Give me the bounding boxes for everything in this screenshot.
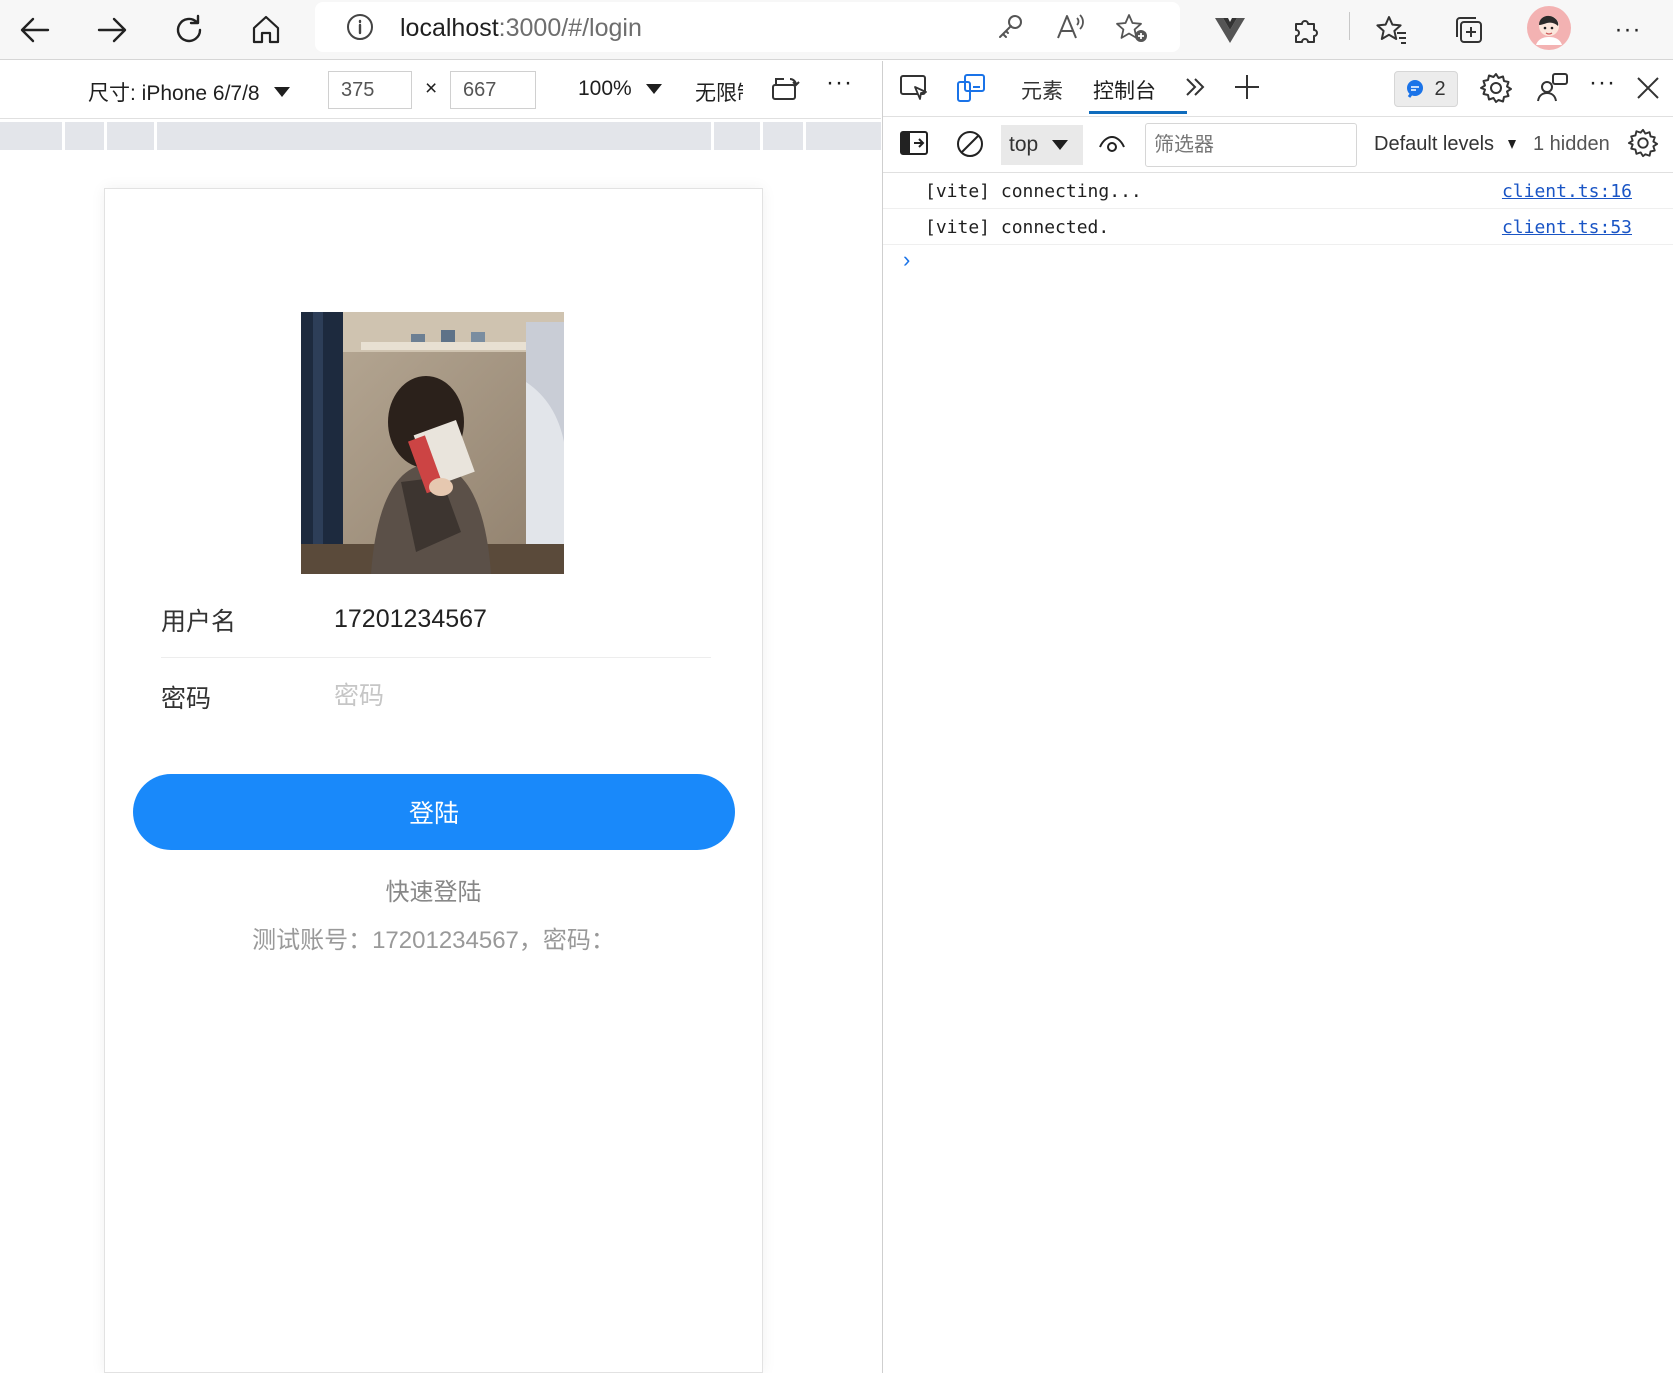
- settings-more-button[interactable]: ···: [1604, 6, 1652, 54]
- device-label: 尺寸: iPhone 6/7/8: [88, 82, 260, 105]
- context-label: top: [1009, 133, 1039, 156]
- extensions-button[interactable]: [1283, 6, 1331, 54]
- toolbar-divider: [1349, 12, 1350, 40]
- device-emulation-toolbar: 尺寸: iPhone 6/7/8 × 100% 无限制 ···: [0, 61, 881, 119]
- add-tab-plus-icon[interactable]: [1233, 73, 1261, 101]
- key-icon[interactable]: [995, 12, 1025, 42]
- chevron-down-icon: [1508, 140, 1517, 149]
- back-arrow-icon: [20, 17, 50, 43]
- media-query-ruler[interactable]: [0, 122, 881, 150]
- add-favorite-icon[interactable]: [1115, 12, 1149, 44]
- console-message: [vite] connecting... client.ts:16: [883, 173, 1673, 209]
- device-more-button[interactable]: ···: [826, 69, 853, 97]
- console-message-text: [vite] connected.: [925, 217, 1110, 238]
- password-label: 密码: [161, 685, 212, 713]
- url-host: localhost: [400, 14, 499, 42]
- inspect-element-icon[interactable]: [899, 73, 931, 103]
- ruler-divider: [760, 122, 763, 150]
- password-input[interactable]: [334, 671, 704, 721]
- forward-arrow-icon: [97, 17, 127, 43]
- console-message: [vite] connected. client.ts:53: [883, 209, 1673, 245]
- site-info-icon[interactable]: [345, 12, 375, 42]
- close-devtools-icon[interactable]: [1635, 75, 1661, 101]
- ruler-divider: [154, 122, 157, 150]
- hidden-messages-count: 1 hidden: [1533, 133, 1610, 155]
- levels-label: Default levels: [1374, 133, 1495, 155]
- tab-console[interactable]: 控制台: [1093, 75, 1156, 105]
- profile-avatar[interactable]: [1527, 6, 1571, 50]
- address-bar[interactable]: localhost:3000/#/login: [315, 2, 1180, 52]
- username-label: 用户名: [161, 608, 237, 636]
- favorites-star-icon: [1376, 16, 1406, 44]
- height-input[interactable]: [450, 71, 536, 109]
- read-aloud-icon[interactable]: [1055, 12, 1087, 42]
- back-button[interactable]: [11, 6, 59, 54]
- devtools-panel: 元素 控制台 2 ··· top 筛选器 Default levels 1 hi…: [882, 61, 1673, 1373]
- forward-button[interactable]: [88, 6, 136, 54]
- password-field: 密码: [161, 659, 711, 735]
- url-path: :3000/#/login: [498, 14, 642, 42]
- message-bubble-icon: [1407, 80, 1424, 98]
- more-tabs-chevron-icon[interactable]: [1183, 75, 1207, 99]
- clear-console-icon[interactable]: [955, 129, 985, 159]
- active-tab-indicator: [1089, 111, 1187, 114]
- console-messages: [vite] connecting... client.ts:16 [vite]…: [883, 173, 1673, 245]
- username-input[interactable]: [334, 594, 704, 644]
- throttle-select[interactable]: 无限制: [695, 77, 743, 107]
- console-prompt[interactable]: ›: [903, 247, 910, 273]
- console-toolbar: top Default levels 1 hidden: [883, 117, 1673, 173]
- ruler-divider: [803, 122, 806, 150]
- refresh-icon: [176, 14, 202, 43]
- zoom-label: 100%: [578, 77, 632, 100]
- test-account-hint: 测试账号：17201234567，密码：: [252, 927, 615, 954]
- emulated-viewport: 用户名 密码 登陆 快速登陆 测试账号：17201234567，密码：: [0, 150, 881, 1373]
- devtools-settings-gear-icon[interactable]: [1479, 71, 1513, 105]
- context-select[interactable]: top: [1001, 125, 1083, 165]
- ruler-divider: [104, 122, 107, 150]
- chevron-down-icon: [645, 84, 662, 94]
- collections-icon: [1456, 17, 1482, 43]
- device-select[interactable]: 尺寸: iPhone 6/7/8: [88, 77, 290, 107]
- zoom-select[interactable]: 100%: [578, 77, 662, 101]
- console-sidebar-icon[interactable]: [899, 129, 929, 157]
- url-text[interactable]: localhost:3000/#/login: [400, 14, 642, 43]
- favorites-button[interactable]: [1368, 6, 1416, 54]
- browser-toolbar: localhost:3000/#/login ···: [0, 0, 1673, 60]
- quick-login-link[interactable]: 快速登陆: [105, 872, 762, 907]
- console-settings-gear-icon[interactable]: [1627, 127, 1659, 159]
- issues-count: 2: [1434, 77, 1446, 100]
- live-expression-eye-icon[interactable]: [1097, 131, 1127, 157]
- devtools-more-button[interactable]: ···: [1589, 69, 1616, 97]
- login-button[interactable]: 登陆: [133, 774, 735, 850]
- puzzle-icon: [1295, 20, 1318, 43]
- login-page: 用户名 密码 登陆 快速登陆 测试账号：17201234567，密码：: [104, 188, 763, 1373]
- feedback-users-icon[interactable]: [1535, 71, 1569, 105]
- rotate-icon[interactable]: [770, 75, 802, 103]
- username-field: 用户名: [161, 582, 711, 658]
- vue-devtools-extension[interactable]: [1206, 6, 1254, 54]
- login-logo-image: [301, 312, 564, 574]
- width-input[interactable]: [328, 71, 412, 109]
- refresh-button[interactable]: [165, 6, 213, 54]
- avatar-face-icon: [1536, 15, 1562, 45]
- console-filter-input[interactable]: [1145, 123, 1357, 167]
- chevron-down-icon: [1052, 140, 1069, 150]
- home-button[interactable]: [242, 6, 290, 54]
- console-message-text: [vite] connecting...: [925, 181, 1142, 202]
- dimension-separator: ×: [425, 77, 438, 100]
- tab-elements[interactable]: 元素: [1021, 75, 1063, 105]
- log-levels-select[interactable]: Default levels: [1374, 133, 1517, 156]
- ruler-divider: [62, 122, 65, 150]
- home-icon: [252, 15, 280, 44]
- vue-logo-icon: [1215, 18, 1245, 43]
- devtools-tab-bar: 元素 控制台 2 ···: [883, 61, 1673, 117]
- device-emulation-icon[interactable]: [955, 73, 987, 103]
- ruler-divider: [711, 122, 714, 150]
- console-source-link[interactable]: client.ts:16: [1502, 181, 1632, 202]
- chevron-down-icon: [273, 87, 290, 97]
- collections-button[interactable]: [1445, 6, 1493, 54]
- console-source-link[interactable]: client.ts:53: [1502, 217, 1632, 238]
- issues-badge[interactable]: 2: [1394, 71, 1458, 107]
